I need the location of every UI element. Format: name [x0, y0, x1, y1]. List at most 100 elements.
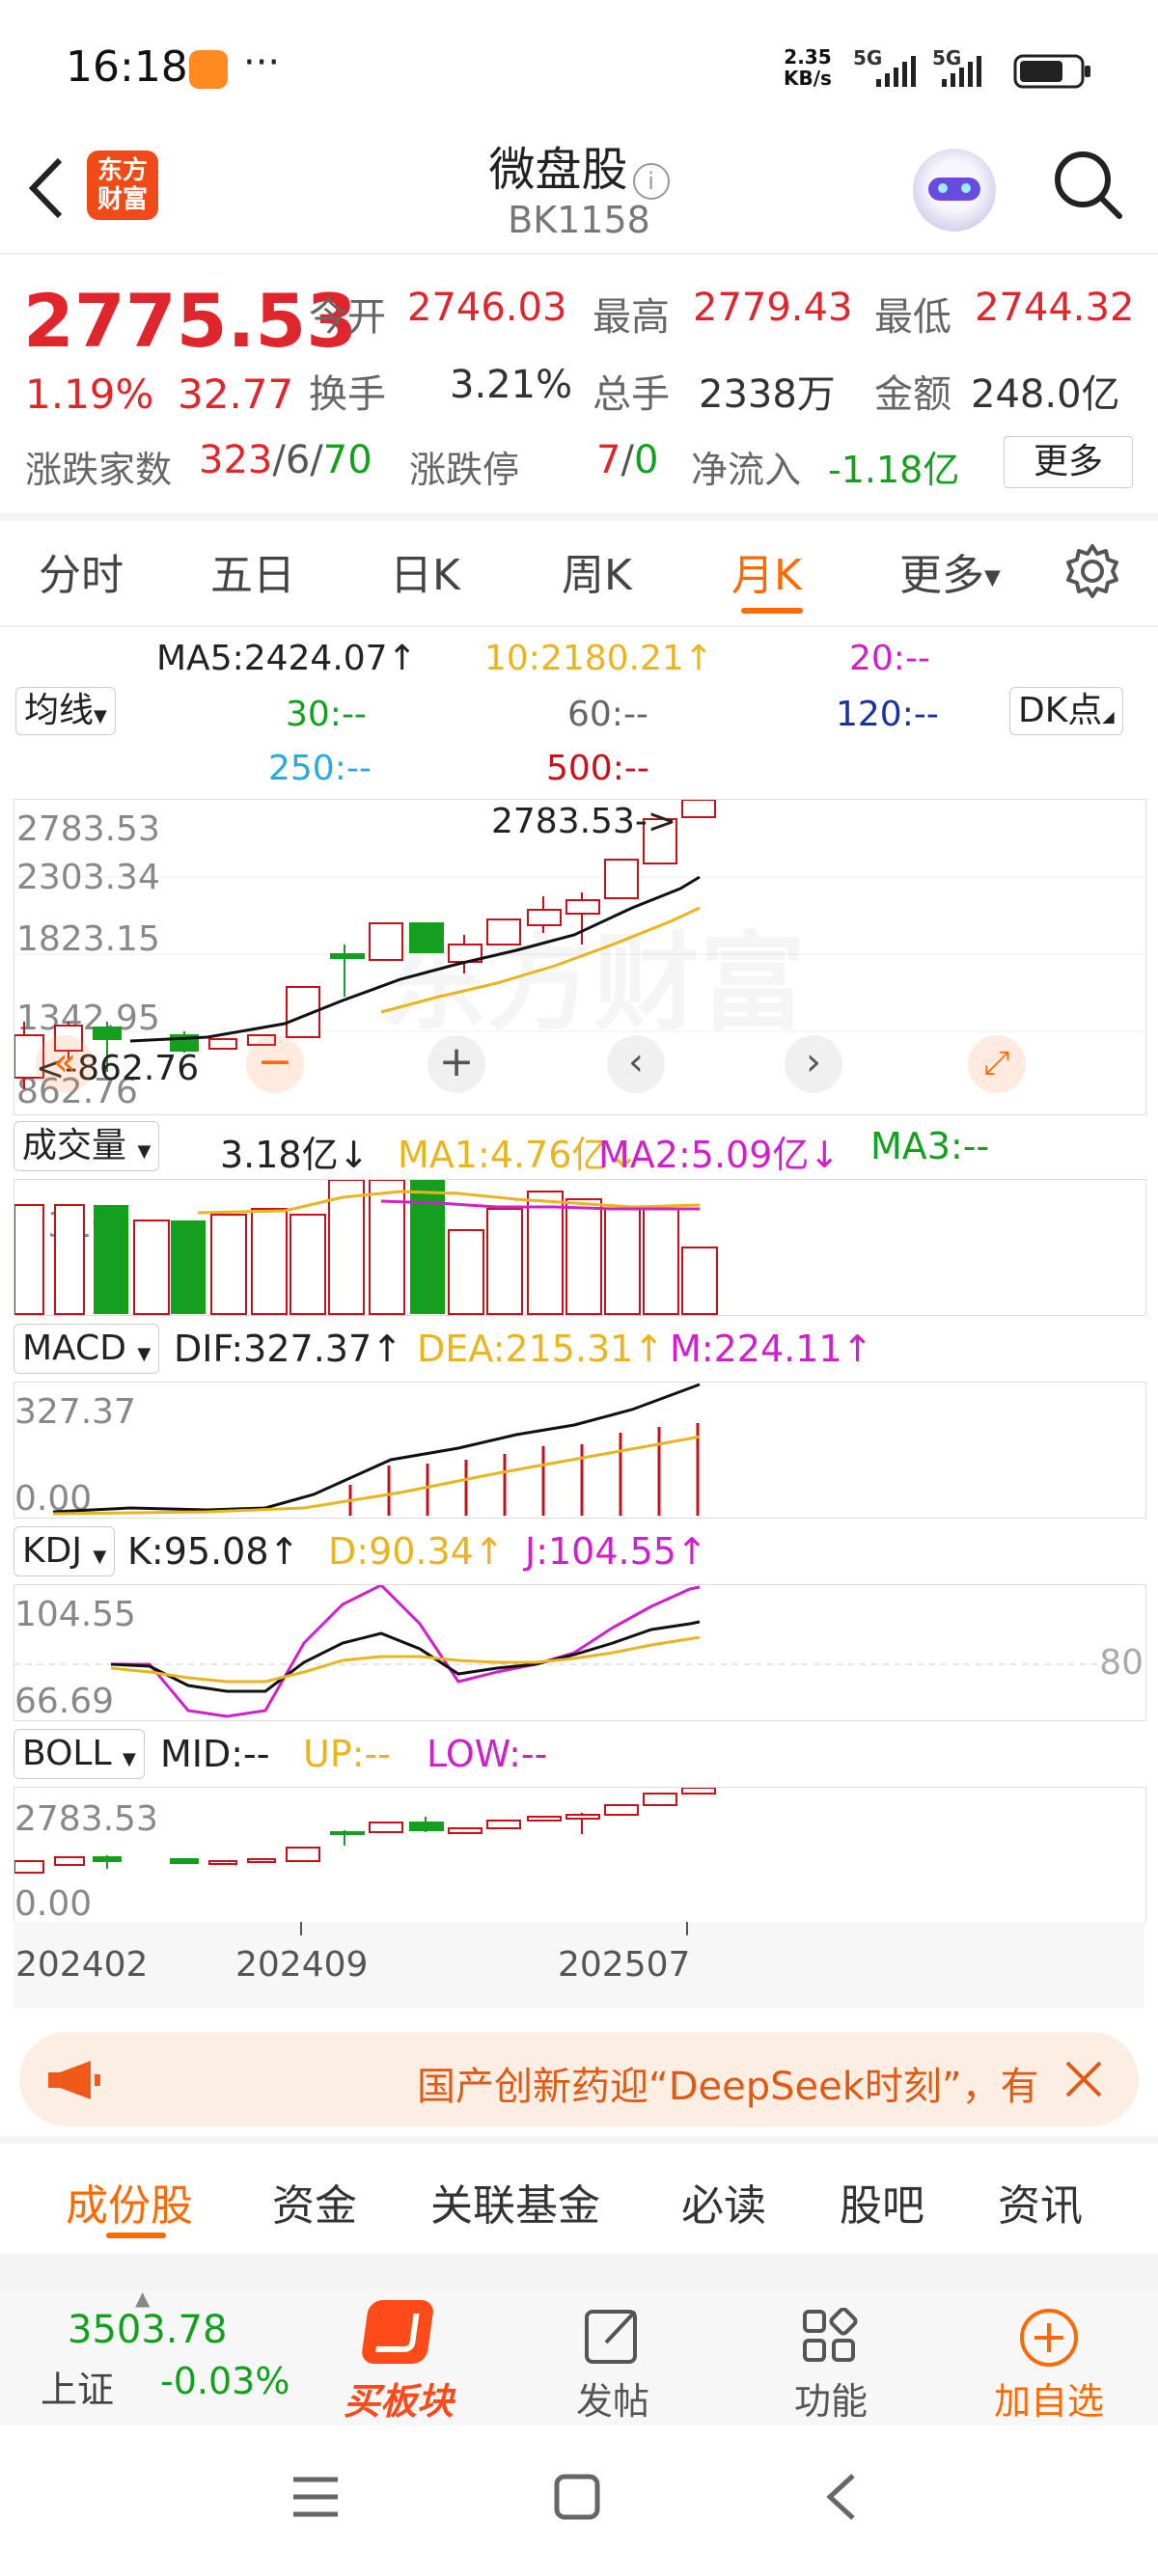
- kline-chart[interactable]: 东方财富 2783.53 2303.34 1823.15 1342.95 862…: [14, 799, 1146, 1115]
- bottom-toolbar: ▲ 3503.78 上证 -0.03% 买板块 发帖 功能 加自选: [0, 2287, 1158, 2425]
- index-value[interactable]: 3503.78: [68, 2308, 227, 2352]
- candle: [208, 1038, 237, 1050]
- dropdown-caret-icon: ▼: [94, 706, 107, 726]
- search-icon[interactable]: [1050, 147, 1127, 224]
- date-ticks: [300, 1922, 688, 1935]
- boll-low: LOW:--: [427, 1733, 548, 1775]
- ma250-label: 250:--: [268, 749, 372, 788]
- tab-monthly-k[interactable]: 月K: [731, 540, 802, 602]
- app-header: 东方 财富 微盘股 i BK1158: [0, 125, 1158, 251]
- low-label: 最低: [874, 295, 951, 340]
- divider: [0, 253, 1158, 255]
- change-pct: 1.19%: [25, 370, 154, 418]
- news-banner[interactable]: 国产创新药迎“DeepSeek时刻”，有: [19, 2032, 1139, 2126]
- post-label: 发帖: [575, 2380, 649, 2423]
- macd-dif: DIF:327.37↑: [174, 1328, 402, 1370]
- settings-gear-icon[interactable]: [1063, 542, 1121, 600]
- kdj-d: D:90.34↑: [328, 1530, 505, 1573]
- inflow-label: 净流入: [691, 449, 802, 491]
- high-label: 最高: [593, 295, 670, 340]
- collapse-left-button[interactable]: «: [36, 1035, 94, 1093]
- candle: [409, 922, 444, 953]
- macd-chart[interactable]: 327.37 0.00: [14, 1382, 1146, 1519]
- tab-more[interactable]: 更多▼: [899, 540, 1001, 602]
- boll-candles: [14, 1788, 716, 1874]
- home-square-icon[interactable]: [554, 2474, 600, 2520]
- tab-intraday[interactable]: 分时: [39, 540, 124, 602]
- max-marker: 2783.53->: [491, 802, 677, 841]
- signal-icon-2: [942, 56, 981, 87]
- tab-forum[interactable]: 股吧: [840, 2171, 924, 2233]
- boll-up: UP:--: [303, 1733, 391, 1775]
- tab-news[interactable]: 资讯: [998, 2171, 1083, 2233]
- boll-header: BOLL ▼ MID:-- UP:-- LOW:--: [14, 1729, 1144, 1783]
- tab-daily-k[interactable]: 日K: [390, 540, 460, 602]
- chevron-right-icon[interactable]: ›: [785, 1035, 842, 1093]
- inflow-value: -1.18亿: [828, 449, 960, 491]
- macd-header: MACD ▼ DIF:327.37↑ DEA:215.31↑ M:224.11↑: [14, 1324, 1144, 1378]
- back-triangle-icon[interactable]: [822, 2472, 861, 2522]
- divider: [0, 625, 1158, 627]
- chevron-left-icon[interactable]: ‹: [607, 1035, 665, 1093]
- tab-weekly-k[interactable]: 周K: [562, 540, 632, 602]
- caret-up-icon: ▲: [135, 2287, 151, 2310]
- limit-label: 涨跌停: [409, 449, 520, 491]
- kdj-indicator-select[interactable]: KDJ ▼: [14, 1526, 116, 1576]
- dk-point-select[interactable]: DK点◢: [1009, 687, 1123, 735]
- kdj-chart[interactable]: 104.55 66.69 80: [14, 1584, 1146, 1721]
- limit-value: 7/0: [596, 438, 659, 482]
- breadth-label: 涨跌家数: [25, 449, 173, 491]
- zoom-in-button[interactable]: +: [427, 1035, 485, 1093]
- more-button[interactable]: 更多: [1004, 436, 1133, 488]
- info-icon[interactable]: i: [632, 162, 670, 200]
- volume-ma3: MA3:--: [870, 1125, 990, 1167]
- tab-five-day[interactable]: 五日: [210, 540, 295, 602]
- volume-chart[interactable]: 6.31亿: [14, 1179, 1146, 1316]
- ma20-label: 20:--: [849, 639, 930, 678]
- close-icon[interactable]: [1063, 2059, 1104, 2099]
- macd-dea: DEA:215.31↑: [417, 1328, 665, 1370]
- open-value: 2746.03: [407, 286, 567, 330]
- section-gap: [0, 2254, 1158, 2290]
- candle: [369, 922, 403, 961]
- ma500-label: 500:--: [546, 749, 649, 788]
- buy-logo-icon: [360, 2300, 435, 2364]
- boll-indicator-select[interactable]: BOLL ▼: [14, 1729, 145, 1779]
- expand-icon[interactable]: ⤢: [968, 1035, 1026, 1093]
- candle: [330, 945, 365, 997]
- buy-board-button[interactable]: 买板块: [332, 2294, 463, 2423]
- turnover-label: 换手: [309, 372, 386, 417]
- ma-select[interactable]: 均线▼: [15, 687, 116, 735]
- kdj-plot: [14, 1585, 1105, 1718]
- page-title: 微盘股 i: [463, 131, 695, 200]
- volume-indicator-select[interactable]: 成交量 ▼: [14, 1121, 160, 1171]
- boll-chart[interactable]: 2783.53 0.00: [14, 1787, 1146, 1924]
- tab-must-read[interactable]: 必读: [681, 2171, 766, 2233]
- board-code: BK1158: [508, 199, 650, 241]
- add-circle-icon[interactable]: [1017, 2306, 1081, 2370]
- ma10-label: 10:2180.21↑: [484, 639, 713, 678]
- candle: [486, 918, 521, 945]
- app-logo: 东方 财富: [87, 151, 158, 220]
- menu-icon[interactable]: [291, 2476, 340, 2518]
- grid-function-icon[interactable]: [801, 2308, 861, 2368]
- signal-icon: [876, 56, 916, 87]
- tab-constituents[interactable]: 成份股: [66, 2171, 193, 2233]
- kdj-header: KDJ ▼ K:95.08↑ D:90.34↑ J:104.55↑: [14, 1526, 1144, 1580]
- tab-related-funds[interactable]: 关联基金: [430, 2171, 600, 2233]
- robot-assistant-icon[interactable]: [913, 149, 996, 232]
- macd-plot: [52, 1383, 701, 1516]
- dropdown-caret-icon: ▼: [984, 565, 1001, 590]
- section-gap: [0, 513, 1158, 521]
- back-arrow-icon[interactable]: [25, 154, 68, 222]
- add-watchlist-label: 加自选: [993, 2380, 1104, 2423]
- tab-funds-flow[interactable]: 资金: [272, 2171, 357, 2233]
- zoom-out-button[interactable]: −: [246, 1035, 304, 1093]
- dea-line: [52, 1435, 701, 1516]
- kdj-j: J:104.55↑: [525, 1530, 707, 1573]
- edit-post-icon[interactable]: [583, 2306, 643, 2366]
- status-time: 16:18: [66, 42, 188, 92]
- macd-indicator-select[interactable]: MACD ▼: [14, 1324, 160, 1374]
- date-label-1: 202402: [15, 1945, 149, 1985]
- open-label: 今开: [309, 295, 386, 340]
